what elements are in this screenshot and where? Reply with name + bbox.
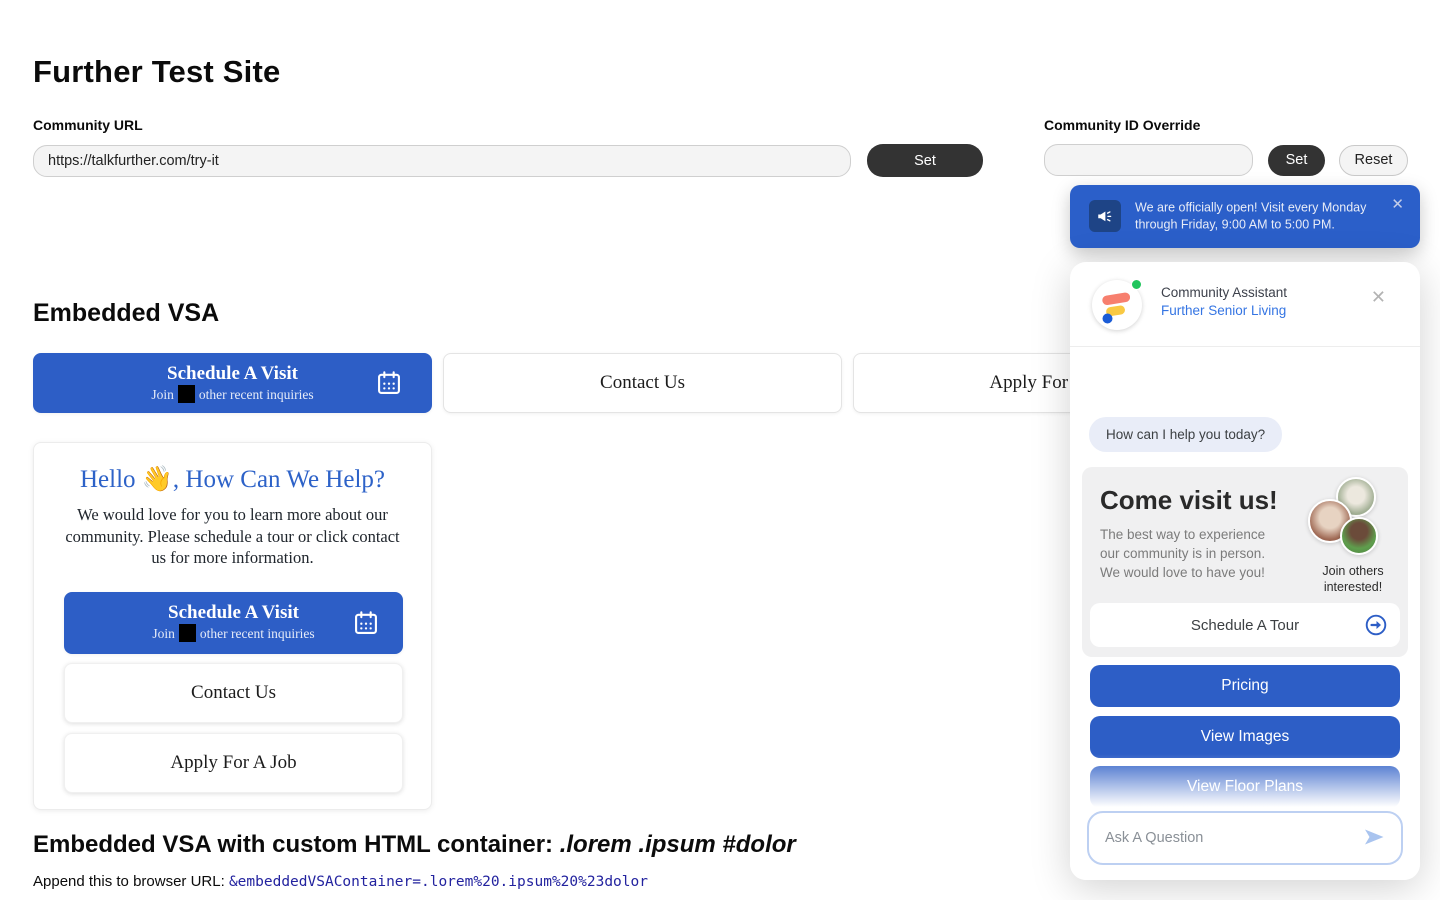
- arrow-right-circle-icon: [1365, 614, 1387, 636]
- community-url-label: Community URL: [33, 117, 983, 133]
- community-id-reset-button[interactable]: Reset: [1339, 145, 1408, 176]
- schedule-tour-button[interactable]: Schedule A Tour: [1090, 603, 1400, 647]
- community-url-set-button[interactable]: Set: [867, 144, 983, 177]
- redacted-count: [178, 385, 195, 403]
- schedule-visit-button[interactable]: Schedule A Visit Joinother recent inquir…: [33, 353, 432, 413]
- toast-message: We are officially open! Visit every Mond…: [1135, 199, 1383, 235]
- send-icon: [1360, 825, 1388, 849]
- ask-question-box: [1087, 811, 1403, 865]
- community-url-input[interactable]: [33, 145, 851, 177]
- interested-avatars: [1308, 477, 1392, 563]
- hello-heading: Hello 👋, How Can We Help?: [64, 465, 401, 495]
- controls-section: Community URL Set Community ID Override …: [33, 117, 1408, 177]
- chat-header: Community Assistant Further Senior Livin…: [1070, 262, 1420, 347]
- quick-action-pricing[interactable]: Pricing: [1090, 665, 1400, 707]
- avatar: [1340, 517, 1378, 555]
- css-selector-text: .lorem .ipsum #dolor: [560, 831, 796, 858]
- community-id-group: Community ID Override Set Reset: [1044, 117, 1408, 176]
- assistant-title: Community Assistant: [1161, 285, 1287, 300]
- community-id-label: Community ID Override: [1044, 117, 1408, 133]
- community-url-group: Community URL Set: [33, 117, 983, 177]
- chat-footer: [1070, 754, 1420, 880]
- visit-card: Come visit us! The best way to experienc…: [1082, 467, 1408, 657]
- visit-card-body: The best way to experience our community…: [1100, 525, 1278, 582]
- assistant-avatar: [1092, 280, 1142, 330]
- community-id-input[interactable]: [1044, 144, 1253, 176]
- append-url-code: &embeddedVSAContainer=.lorem%20.ipsum%20…: [229, 874, 648, 890]
- community-id-set-button[interactable]: Set: [1268, 145, 1325, 176]
- toast-close-button[interactable]: ✕: [1391, 197, 1404, 212]
- community-link[interactable]: Further Senior Living: [1161, 303, 1286, 318]
- schedule-visit-label: Schedule A Visit: [167, 363, 298, 385]
- avatars-caption: Join others interested!: [1302, 563, 1404, 596]
- redacted-count: [179, 624, 196, 642]
- announcement-toast: We are officially open! Visit every Mond…: [1070, 185, 1420, 248]
- schedule-visit-subtext: Joinother recent inquiries: [151, 385, 313, 403]
- send-button[interactable]: [1359, 825, 1389, 851]
- megaphone-icon: [1096, 207, 1114, 225]
- card-apply-job-button[interactable]: Apply For A Job: [64, 733, 403, 793]
- quick-action-view-images[interactable]: View Images: [1090, 716, 1400, 758]
- contact-us-button[interactable]: Contact Us: [443, 353, 842, 413]
- card-schedule-visit-subtext: Joinother recent inquiries: [152, 624, 314, 642]
- online-dot: [1131, 279, 1142, 290]
- calendar-icon: [352, 609, 380, 637]
- card-schedule-visit-button[interactable]: Schedule A Visit Joinother recent inquir…: [64, 592, 403, 654]
- ask-question-input[interactable]: [1105, 830, 1359, 846]
- megaphone-icon-box: [1089, 200, 1121, 232]
- visit-card-heading: Come visit us!: [1100, 485, 1278, 516]
- chat-close-button[interactable]: ✕: [1371, 288, 1386, 306]
- hello-body: We would love for you to learn more abou…: [64, 504, 401, 569]
- calendar-icon: [375, 369, 403, 397]
- chat-panel: Community Assistant Further Senior Livin…: [1070, 262, 1420, 880]
- page-title: Further Test Site: [33, 54, 1408, 90]
- hello-card: Hello 👋, How Can We Help? We would love …: [33, 442, 432, 810]
- greeting-bubble: How can I help you today?: [1089, 417, 1282, 452]
- card-contact-us-button[interactable]: Contact Us: [64, 663, 403, 723]
